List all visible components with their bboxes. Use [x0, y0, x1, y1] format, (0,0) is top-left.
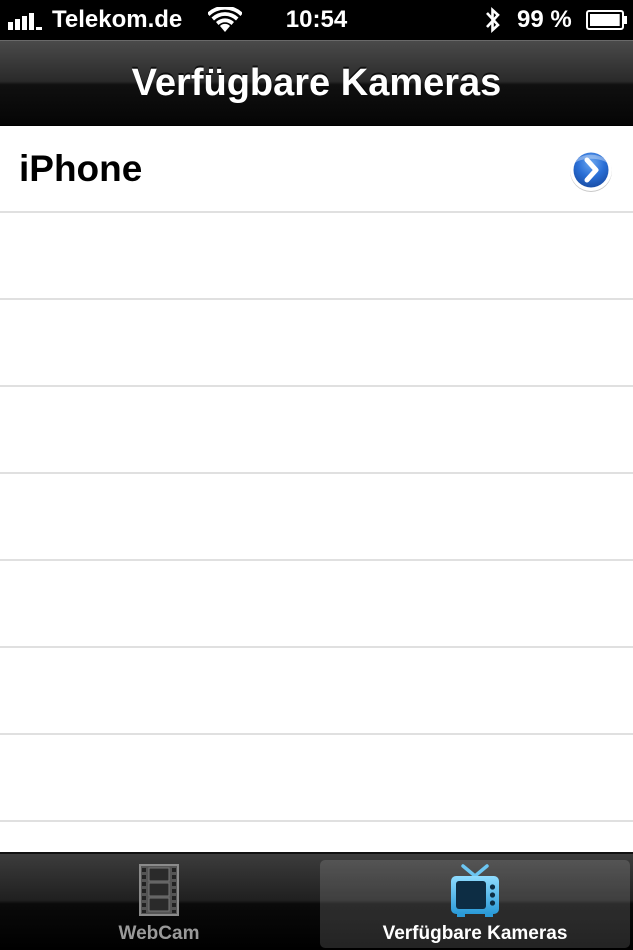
carrier-name: Telekom.de: [52, 6, 183, 33]
tab-webcam[interactable]: WebCam: [4, 860, 314, 948]
bluetooth-icon: [486, 7, 500, 33]
tab-webcam-label: WebCam: [118, 923, 200, 944]
camera-row-iphone[interactable]: iPhone: [0, 126, 633, 213]
empty-row: [0, 561, 633, 648]
navigation-bar: Verfügbare Kameras: [0, 40, 633, 126]
status-time: 10:54: [285, 6, 348, 33]
disclosure-icon[interactable]: [568, 147, 614, 193]
empty-row: [0, 648, 633, 735]
battery-percent: 99 %: [517, 6, 572, 33]
empty-row: [0, 735, 633, 822]
empty-row: [0, 300, 633, 387]
tab-bar: WebCam Verfügbare Kameras: [0, 852, 633, 950]
tab-available-cameras-label: Verfügbare Kameras: [382, 923, 568, 944]
battery-icon: [586, 10, 627, 30]
tv-icon: [451, 864, 499, 917]
film-strip-icon: [139, 864, 179, 916]
camera-row-label: iPhone: [19, 148, 143, 189]
camera-list: iPhone: [0, 126, 633, 852]
status-bar: Telekom.de 10:54 99 %: [0, 0, 633, 40]
empty-row: [0, 387, 633, 474]
screen: Telekom.de 10:54 99 % Verfügbare Kameras…: [0, 0, 633, 950]
empty-row: [0, 822, 633, 852]
page-title: Verfügbare Kameras: [131, 62, 502, 104]
empty-row: [0, 474, 633, 561]
signal-strength-icon: [8, 13, 42, 30]
empty-row: [0, 213, 633, 300]
wifi-icon: [208, 7, 242, 32]
tab-available-cameras[interactable]: Verfügbare Kameras: [320, 860, 630, 948]
